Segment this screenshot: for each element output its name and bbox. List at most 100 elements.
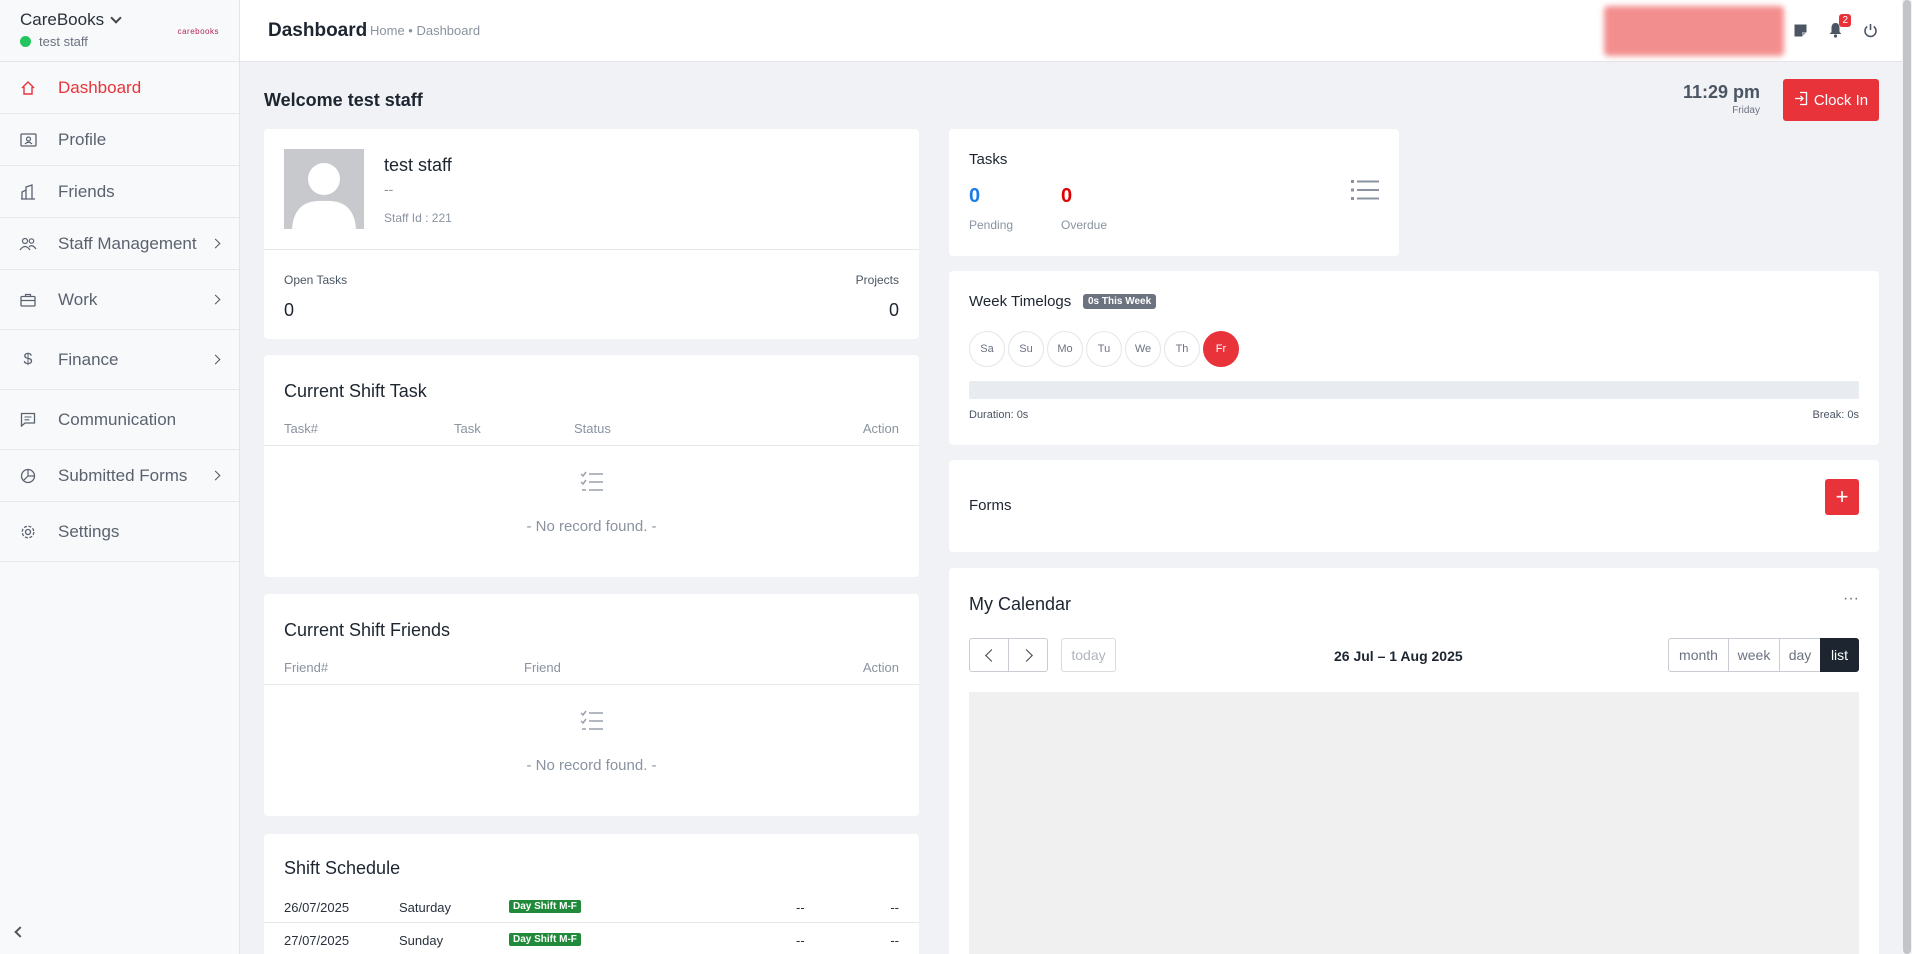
- calendar-date-range: 26 Jul – 1 Aug 2025: [1334, 648, 1463, 664]
- card-title: Shift Schedule: [284, 858, 401, 878]
- profile-designation: --: [384, 181, 394, 197]
- forms-card: Forms +: [949, 460, 1879, 552]
- tasks-card: Tasks 0 Pending 0 Overdue: [949, 129, 1399, 256]
- bell-icon[interactable]: 2: [1825, 14, 1851, 40]
- brand-block[interactable]: CareBooks test staff carebooks: [0, 0, 239, 62]
- column-header: Friend#: [284, 660, 329, 675]
- shift-day: Saturday: [399, 900, 452, 915]
- calendar-today-button[interactable]: today: [1061, 638, 1116, 672]
- card-title: Current Shift Friends: [284, 620, 451, 640]
- projects-label: Projects: [855, 273, 899, 287]
- current-shift-task-card: Current Shift Task Task# Task Status Act…: [264, 355, 919, 577]
- open-tasks-label: Open Tasks: [284, 273, 348, 287]
- brand-logo: carebooks: [177, 27, 219, 36]
- add-form-button[interactable]: +: [1825, 479, 1859, 515]
- chevron-right-icon: [210, 294, 221, 305]
- briefcase-icon: [18, 290, 38, 310]
- shift-date: 27/07/2025: [284, 933, 350, 948]
- profile-name[interactable]: test staff: [384, 155, 452, 176]
- clock-in-button[interactable]: Clock In: [1783, 79, 1879, 121]
- buildings-icon: [18, 182, 38, 202]
- chevron-left-icon: [984, 648, 998, 662]
- sidebar-item-dashboard[interactable]: Dashboard: [0, 62, 239, 114]
- redacted-user-info[interactable]: [1604, 6, 1784, 56]
- shift-cell: --: [796, 900, 805, 915]
- calendar-prev-button[interactable]: [969, 638, 1009, 672]
- card-title: Week Timelogs: [969, 293, 1072, 310]
- shift-cell: --: [890, 933, 899, 948]
- column-header: Action: [862, 660, 899, 675]
- brand-name: CareBooks: [20, 10, 105, 29]
- day-wednesday[interactable]: We: [1125, 331, 1161, 367]
- gear-icon: [18, 522, 38, 542]
- sticky-note-icon[interactable]: [1790, 20, 1810, 40]
- chevron-down-icon: [110, 12, 122, 24]
- page-scrollbar-thumb[interactable]: [1903, 0, 1911, 954]
- home-icon: [18, 78, 38, 98]
- pending-label: Pending: [969, 218, 1014, 232]
- collapse-sidebar-icon[interactable]: [14, 926, 26, 938]
- day-saturday[interactable]: Sa: [969, 331, 1005, 367]
- projects-value[interactable]: 0: [889, 300, 899, 321]
- welcome-heading: Welcome test staff: [264, 90, 423, 110]
- sidebar-item-label: Submitted Forms: [58, 465, 188, 485]
- sidebar-item-profile[interactable]: Profile: [0, 114, 239, 166]
- week-timelogs-card: Week Timelogs 0s This Week Sa Su Mo Tu W…: [949, 271, 1879, 445]
- user-status: test staff: [20, 34, 219, 49]
- sidebar-item-staff-management[interactable]: Staff Management: [0, 218, 239, 270]
- profile-card: test staff -- Staff Id : 221 Open Tasks …: [264, 129, 919, 339]
- sidebar-item-label: Friends: [58, 181, 115, 201]
- breadcrumb[interactable]: Home • Dashboard: [370, 23, 480, 38]
- card-title: Forms: [969, 497, 1012, 514]
- day-friday[interactable]: Fr: [1203, 331, 1239, 367]
- sidebar-item-finance[interactable]: $ Finance: [0, 330, 239, 390]
- clock-in-label: Clock In: [1813, 91, 1869, 109]
- shift-date: 26/07/2025: [284, 900, 350, 915]
- online-status-icon: [20, 36, 31, 47]
- current-shift-friends-card: Current Shift Friends Friend# Friend Act…: [264, 594, 919, 816]
- current-day: Friday: [1732, 105, 1760, 116]
- view-list-button[interactable]: list: [1820, 638, 1859, 672]
- chevron-right-icon: [210, 238, 221, 249]
- column-header: Status: [574, 421, 611, 436]
- divider: [264, 249, 919, 250]
- avatar[interactable]: [284, 149, 364, 229]
- user-status-label: test staff: [39, 34, 88, 49]
- timelog-progress-bar: [969, 381, 1859, 399]
- divider: [264, 922, 919, 923]
- chevron-right-icon: [210, 354, 221, 365]
- shift-cell: --: [890, 900, 899, 915]
- pending-count[interactable]: 0: [969, 185, 980, 208]
- day-tuesday[interactable]: Tu: [1086, 331, 1122, 367]
- shift-day: Sunday: [399, 933, 444, 948]
- sidebar-item-communication[interactable]: Communication: [0, 390, 239, 450]
- sidebar-item-settings[interactable]: Settings: [0, 502, 239, 562]
- sidebar: CareBooks test staff carebooks Dashboard…: [0, 0, 240, 954]
- view-month-button[interactable]: month: [1668, 638, 1729, 672]
- break-text: Break: 0s: [1812, 409, 1859, 421]
- top-header: Dashboard Home • Dashboard 2: [240, 0, 1912, 62]
- week-total-badge: 0s This Week: [1083, 294, 1157, 309]
- sidebar-item-label: Staff Management: [58, 233, 197, 253]
- more-options-icon[interactable]: ···: [1843, 590, 1859, 608]
- sidebar-item-friends[interactable]: Friends: [0, 166, 239, 218]
- chevron-right-icon: [1019, 648, 1033, 662]
- sidebar-item-label: Profile: [58, 129, 107, 149]
- sidebar-item-submitted-forms[interactable]: Submitted Forms: [0, 450, 239, 502]
- view-day-button[interactable]: day: [1779, 638, 1821, 672]
- power-icon[interactable]: [1860, 20, 1880, 40]
- view-week-button[interactable]: week: [1728, 638, 1780, 672]
- calendar-list-area[interactable]: [969, 692, 1859, 954]
- day-thursday[interactable]: Th: [1164, 331, 1200, 367]
- day-monday[interactable]: Mo: [1047, 331, 1083, 367]
- sidebar-item-label: Settings: [58, 521, 120, 541]
- open-tasks-value[interactable]: 0: [284, 300, 294, 321]
- sidebar-item-label: Communication: [58, 409, 177, 429]
- column-header: Action: [862, 421, 899, 436]
- list-icon: [1351, 179, 1379, 204]
- overdue-count[interactable]: 0: [1061, 185, 1072, 208]
- day-sunday[interactable]: Su: [1008, 331, 1044, 367]
- id-card-icon: [18, 130, 38, 150]
- sidebar-item-work[interactable]: Work: [0, 270, 239, 330]
- calendar-next-button[interactable]: [1008, 638, 1048, 672]
